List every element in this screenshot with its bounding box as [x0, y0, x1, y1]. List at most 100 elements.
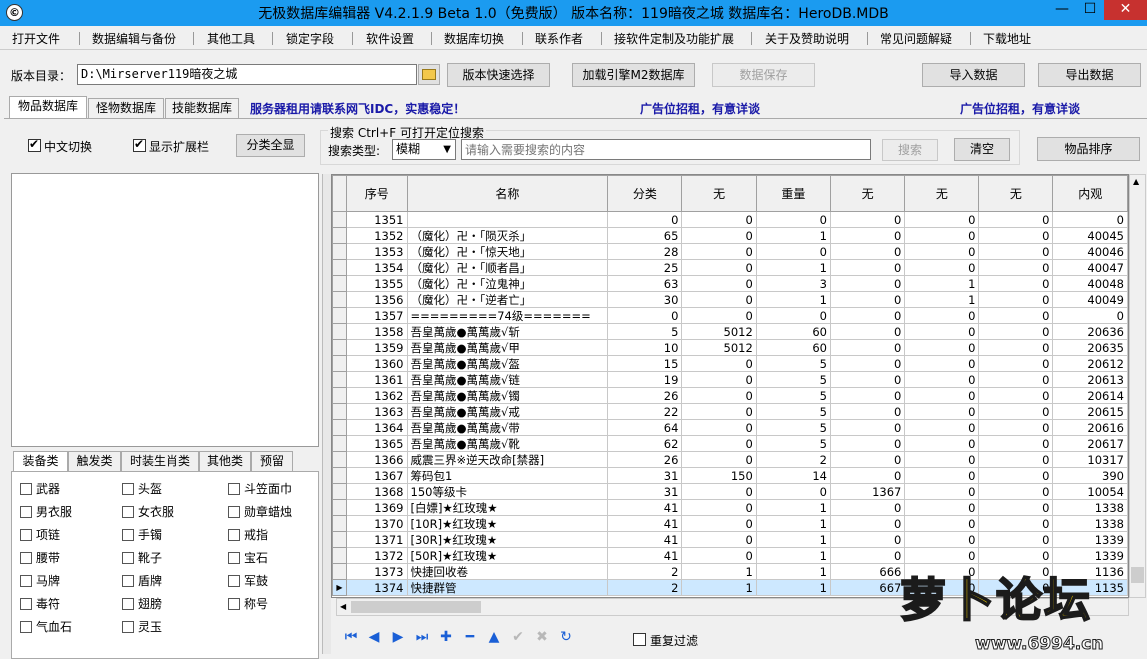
category-checkbox-item[interactable]: 翅膀 [122, 595, 162, 612]
show-all-categories-button[interactable]: 分类全显 [236, 134, 305, 157]
table-row[interactable]: 1357 =========74级======= 0 0 0 0 0 0 0 [332, 307, 1128, 324]
category-checkbox[interactable] [20, 621, 32, 633]
table-cell[interactable]: 0 [829, 355, 906, 372]
table-cell[interactable]: 威震三界※逆天改命[禁器] [406, 451, 609, 468]
table-cell[interactable]: 5 [755, 371, 831, 388]
table-cell[interactable]: 0 [904, 467, 980, 484]
row-indicator[interactable] [332, 339, 347, 356]
table-row[interactable]: 1352 （魔化）卍・「陨灭杀」 65 0 1 0 0 0 40045 [332, 227, 1128, 244]
ad-banner-1[interactable]: 服务器租用请联系网飞IDC，实惠稳定！ [250, 100, 465, 117]
category-checkbox-item[interactable]: 项链 [20, 526, 60, 543]
table-cell[interactable]: 1369 [345, 499, 408, 516]
show-ext-checkbox[interactable] [133, 137, 146, 152]
table-cell[interactable]: 0 [681, 211, 757, 228]
table-cell[interactable]: 20635 [1052, 339, 1128, 356]
category-checkbox-item[interactable]: 灵玉 [122, 618, 162, 635]
table-cell[interactable]: 0 [904, 243, 980, 260]
table-row[interactable]: 1359 吾皇萬歲●萬萬歲√甲 10 5012 60 0 0 0 20635 [332, 339, 1128, 356]
table-cell[interactable]: [白嫖]★红玫瑰★ [406, 499, 609, 516]
category-checkbox[interactable] [20, 552, 32, 564]
category-checkbox-item[interactable]: 勋章蜡烛 [228, 503, 292, 520]
table-cell[interactable]: 0 [681, 483, 757, 500]
table-cell[interactable]: 吾皇萬歲●萬萬歲√盔 [406, 355, 609, 372]
row-indicator[interactable] [332, 291, 347, 308]
table-cell[interactable]: 快捷群管 [406, 579, 609, 596]
table-cell[interactable]: [50R]★红玫瑰★ [406, 547, 609, 564]
table-row[interactable]: 1367 筹码包1 31 150 14 0 0 0 390 [332, 467, 1128, 484]
table-row[interactable]: 1355 （魔化）卍・「泣鬼神」 63 0 3 0 1 0 40048 [332, 275, 1128, 292]
prev-record-icon[interactable]: ◀ [365, 628, 383, 646]
table-row[interactable]: 1365 吾皇萬歲●萬萬歲√靴 62 0 5 0 0 0 20617 [332, 435, 1128, 452]
table-cell[interactable]: 0 [904, 531, 980, 548]
table-cell[interactable]: 40049 [1052, 291, 1128, 308]
table-cell[interactable]: 0 [904, 515, 980, 532]
table-cell[interactable]: 0 [829, 291, 906, 308]
table-cell[interactable]: 5 [755, 355, 831, 372]
table-cell[interactable]: 1352 [345, 227, 408, 244]
table-cell[interactable]: 40045 [1052, 227, 1128, 244]
table-cell[interactable]: 0 [1052, 211, 1128, 228]
category-checkbox-item[interactable]: 马牌 [20, 572, 60, 589]
table-cell[interactable]: 0 [681, 291, 757, 308]
table-cell[interactable]: 1351 [345, 211, 408, 228]
category-checkbox-item[interactable]: 手镯 [122, 526, 162, 543]
category-checkbox[interactable] [122, 529, 134, 541]
table-cell[interactable]: [30R]★红玫瑰★ [406, 531, 609, 548]
table-cell[interactable]: 3 [755, 275, 831, 292]
category-checkbox-item[interactable]: 宝石 [228, 549, 268, 566]
post-record-icon[interactable]: ✔ [509, 628, 527, 646]
cancel-record-icon[interactable]: ✖ [533, 628, 551, 646]
table-row[interactable]: 1370 [10R]★红玫瑰★ 41 0 1 0 0 0 1338 [332, 515, 1128, 532]
table-cell[interactable]: 0 [978, 275, 1054, 292]
table-cell[interactable]: 0 [755, 307, 831, 324]
row-indicator[interactable] [332, 355, 347, 372]
category-checkbox[interactable] [228, 529, 240, 541]
table-cell[interactable]: 0 [681, 243, 757, 260]
table-cell[interactable]: 0 [681, 547, 757, 564]
table-cell[interactable]: 0 [978, 371, 1054, 388]
column-header[interactable]: 无 [904, 175, 980, 212]
data-grid[interactable]: 序号 名称 分类无重量无无无内观 1351 0 0 0 0 0 0 0 1352 （魔化）卍・「陨灭杀… [331, 174, 1129, 598]
table-row[interactable]: 1364 吾皇萬歲●萬萬歲√带 64 0 5 0 0 0 20616 [332, 419, 1128, 436]
table-cell[interactable]: 0 [681, 531, 757, 548]
table-cell[interactable]: 65 [607, 227, 683, 244]
table-cell[interactable]: 1373 [345, 563, 408, 580]
table-cell[interactable]: 0 [1052, 307, 1128, 324]
item-sort-button[interactable]: 物品排序 [1037, 137, 1140, 161]
row-indicator[interactable] [332, 515, 347, 532]
export-data-button[interactable]: 导出数据 [1038, 63, 1141, 87]
table-cell[interactable]: 0 [978, 419, 1054, 436]
table-cell[interactable]: 5 [607, 323, 683, 340]
version-dir-input[interactable]: D:\Mirserver119暗夜之城 [77, 64, 417, 85]
cat-tab-trigger[interactable]: 触发类 [68, 451, 121, 471]
table-cell[interactable]: 40047 [1052, 259, 1128, 276]
table-cell[interactable]: 0 [978, 451, 1054, 468]
table-cell[interactable]: 0 [904, 387, 980, 404]
table-cell[interactable]: 0 [829, 259, 906, 276]
table-cell[interactable]: 1 [755, 515, 831, 532]
table-cell[interactable]: 63 [607, 275, 683, 292]
table-row[interactable]: 1366 威震三界※逆天改命[禁器] 26 0 2 0 0 0 10317 [332, 451, 1128, 468]
table-cell[interactable]: 60 [755, 323, 831, 340]
table-cell[interactable]: 31 [607, 467, 683, 484]
table-cell[interactable]: 5 [755, 387, 831, 404]
table-cell[interactable]: 0 [681, 259, 757, 276]
row-indicator[interactable] [332, 563, 347, 580]
table-cell[interactable]: 0 [904, 323, 980, 340]
table-cell[interactable]: 20615 [1052, 403, 1128, 420]
table-cell[interactable]: 0 [681, 307, 757, 324]
table-cell[interactable]: 40046 [1052, 243, 1128, 260]
table-cell[interactable]: 15 [607, 355, 683, 372]
table-cell[interactable]: 1357 [345, 307, 408, 324]
menu-db-switch[interactable]: 数据库切换 [444, 30, 504, 47]
table-row[interactable]: 1351 0 0 0 0 0 0 0 [332, 211, 1128, 228]
table-cell[interactable]: 5 [755, 419, 831, 436]
save-data-button[interactable]: 数据保存 [712, 63, 815, 87]
category-checkbox[interactable] [122, 552, 134, 564]
table-cell[interactable]: 0 [829, 547, 906, 564]
table-cell[interactable]: 19 [607, 371, 683, 388]
table-cell[interactable]: 0 [681, 435, 757, 452]
table-cell[interactable]: 1 [904, 291, 980, 308]
table-cell[interactable]: 吾皇萬歲●萬萬歲√戒 [406, 403, 609, 420]
edit-record-icon[interactable]: ▲ [485, 628, 503, 646]
